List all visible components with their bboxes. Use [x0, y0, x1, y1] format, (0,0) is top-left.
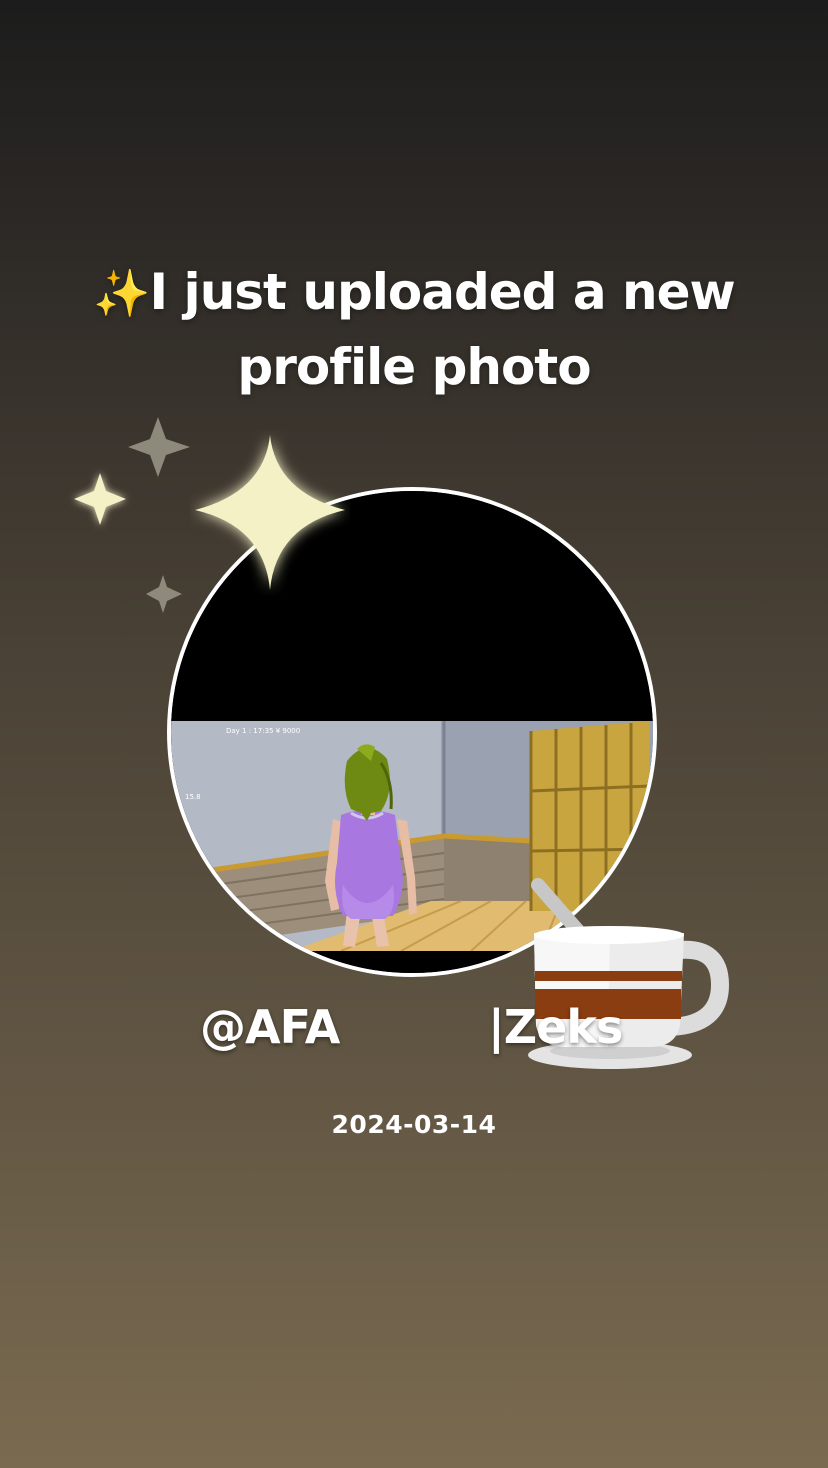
- hud-side-text: 15.8: [185, 793, 201, 801]
- hud-text: Day 1 : 17:35 ¥ 9000: [226, 727, 300, 735]
- headline: ✨I just uploaded a new profile photo: [60, 255, 768, 404]
- sparkle-dim-icon: [128, 417, 190, 477]
- headline-text-1: I just uploaded a new: [149, 263, 736, 321]
- upload-date: 2024-03-14: [331, 1110, 497, 1139]
- username-right: |Zeks: [488, 1000, 623, 1054]
- headline-line-1: ✨I just uploaded a new: [60, 255, 768, 330]
- username-left: @AFA: [200, 1000, 340, 1054]
- sparkle-small-icon: [74, 473, 126, 525]
- sparkles-emoji-icon: ✨: [93, 266, 150, 320]
- headline-line-2: profile photo: [237, 338, 591, 396]
- sparkle-tiny-icon: [146, 575, 182, 613]
